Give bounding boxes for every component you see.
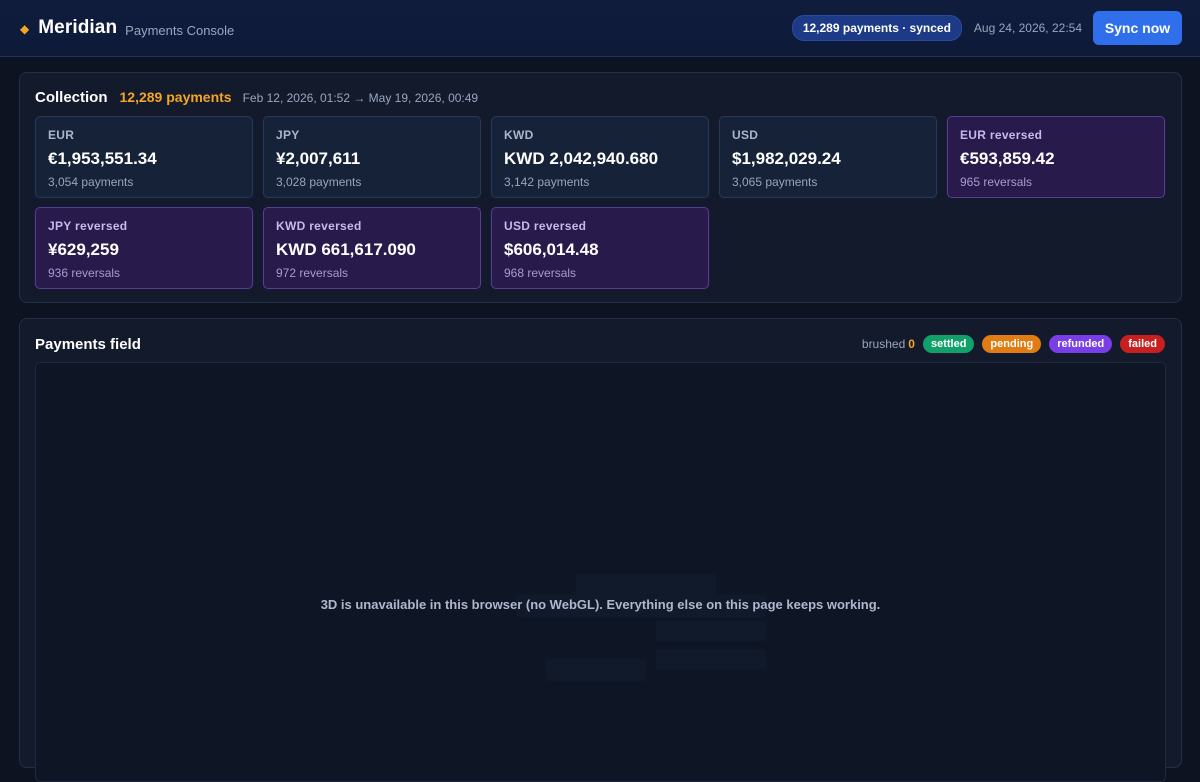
card-count: 3,065 payments [732, 175, 818, 189]
card-label: USD reversed [504, 219, 587, 233]
summary-card-kwd-reversed[interactable]: KWD reversed KWD 661,617.090 972 reversa… [263, 207, 481, 289]
collection-header: Collection 12,289 payments Feb 12, 2026,… [35, 89, 1165, 106]
card-label: KWD reversed [276, 219, 362, 233]
brushed-count: 0 [908, 337, 915, 351]
payments-field-panel: Payments field brushed 0 settled pending … [19, 318, 1182, 782]
card-label: EUR reversed [960, 128, 1043, 142]
top-bar: ◆ Meridian Payments Console 12,289 payme… [0, 0, 1200, 57]
summary-card-usd[interactable]: USD $1,982,029.24 3,065 payments [719, 116, 937, 198]
summary-card-jpy-reversed[interactable]: JPY reversed ¥629,259 936 reversals [35, 207, 253, 289]
collection-count: 12,289 payments [119, 89, 232, 105]
brand-name: Meridian [38, 17, 118, 38]
collection-title: Collection [35, 89, 108, 106]
payments-field-title: Payments field [35, 335, 141, 353]
card-count: 968 reversals [504, 266, 577, 280]
card-count: 3,028 payments [276, 175, 362, 189]
card-label: EUR [48, 128, 75, 142]
card-count: 3,054 payments [48, 175, 134, 189]
card-amount: ¥629,259 [48, 240, 119, 259]
summary-card-eur-reversed[interactable]: EUR reversed €593,859.42 965 reversals [947, 116, 1165, 198]
ghost-shape [656, 621, 766, 641]
diamond-icon: ◆ [20, 22, 30, 36]
card-label: USD [732, 128, 759, 142]
legend-badge-settled[interactable]: settled [922, 335, 975, 353]
summary-card-kwd[interactable]: KWD KWD 2,042,940.680 3,142 payments [491, 116, 709, 198]
card-label: KWD [504, 128, 534, 142]
ghost-shape [576, 573, 716, 595]
card-count: 3,142 payments [504, 175, 590, 189]
ghost-shape [656, 649, 766, 669]
3d-viewport[interactable]: 3D is unavailable in this browser (no We… [35, 362, 1166, 782]
summary-card-jpy[interactable]: JPY ¥2,007,611 3,028 payments [263, 116, 481, 198]
legend-badge-refunded[interactable]: refunded [1049, 335, 1113, 353]
brand-subtitle: Payments Console [125, 22, 235, 38]
card-amount: KWD 2,042,940.680 [504, 149, 659, 168]
legend-badge-pending[interactable]: pending [982, 335, 1042, 353]
card-label: JPY [276, 128, 300, 142]
card-amount: ¥2,007,611 [276, 149, 361, 168]
payments-field-header: Payments field brushed 0 settled pending … [35, 334, 1165, 354]
webgl-unavailable-message: 3D is unavailable in this browser (no We… [320, 597, 881, 612]
sync-status-badge: 12,289 payments · synced [791, 15, 962, 41]
card-amount: $1,982,029.24 [732, 149, 841, 168]
ghost-shape [546, 659, 646, 681]
collection-date-range: Feb 12, 2026, 01:52 → May 19, 2026, 00:4… [242, 91, 479, 105]
legend-badge-failed[interactable]: failed [1120, 335, 1165, 353]
card-amount: KWD 661,617.090 [276, 240, 416, 259]
last-sync-timestamp: Aug 24, 2026, 22:54 [973, 21, 1082, 35]
collection-panel: Collection 12,289 payments Feb 12, 2026,… [19, 72, 1182, 303]
brushed-label: brushed [861, 337, 906, 351]
card-count: 972 reversals [276, 266, 349, 280]
card-amount: €1,953,551.34 [48, 149, 157, 168]
brushed-indicator: brushed 0 [862, 337, 915, 351]
card-label: JPY reversed [48, 219, 128, 233]
sync-now-button[interactable]: Sync now [1093, 11, 1182, 45]
summary-card-usd-reversed[interactable]: USD reversed $606,014.48 968 reversals [491, 207, 709, 289]
card-count: 936 reversals [48, 266, 121, 280]
card-amount: $606,014.48 [504, 240, 599, 259]
card-count: 965 reversals [960, 175, 1033, 189]
card-amount: €593,859.42 [960, 149, 1055, 168]
summary-card-eur[interactable]: EUR €1,953,551.34 3,054 payments [35, 116, 253, 198]
